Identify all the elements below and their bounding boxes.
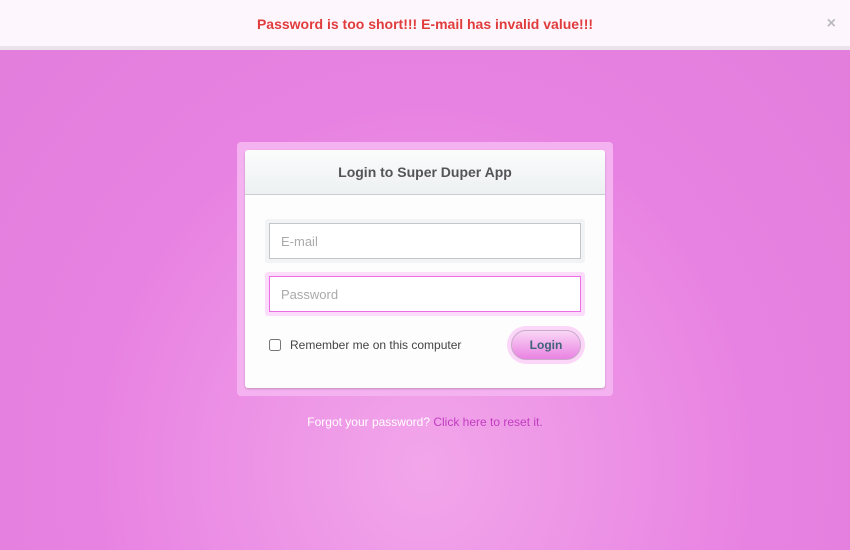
email-field-wrap [265, 219, 585, 263]
reset-password-link[interactable]: Click here to reset it. [433, 415, 542, 429]
password-field-wrap [265, 272, 585, 316]
forgot-text: Forgot your password? [307, 415, 430, 429]
login-title: Login to Super Duper App [245, 150, 605, 195]
error-message: Password is too short!!! E-mail has inva… [256, 16, 594, 32]
email-input[interactable] [269, 223, 581, 259]
close-icon[interactable]: × [827, 15, 836, 33]
error-alert: Password is too short!!! E-mail has inva… [0, 0, 850, 50]
login-button[interactable]: Login [511, 330, 581, 360]
login-card: Login to Super Duper App Remember me on … [245, 150, 605, 388]
remember-me-label: Remember me on this computer [290, 338, 462, 352]
forgot-password: Forgot your password? Click here to rese… [0, 415, 850, 429]
login-button-wrap: Login [507, 326, 585, 364]
login-panel-frame: Login to Super Duper App Remember me on … [237, 142, 613, 396]
remember-me-checkbox[interactable] [269, 339, 281, 351]
remember-me[interactable]: Remember me on this computer [269, 338, 461, 352]
password-input[interactable] [269, 276, 581, 312]
